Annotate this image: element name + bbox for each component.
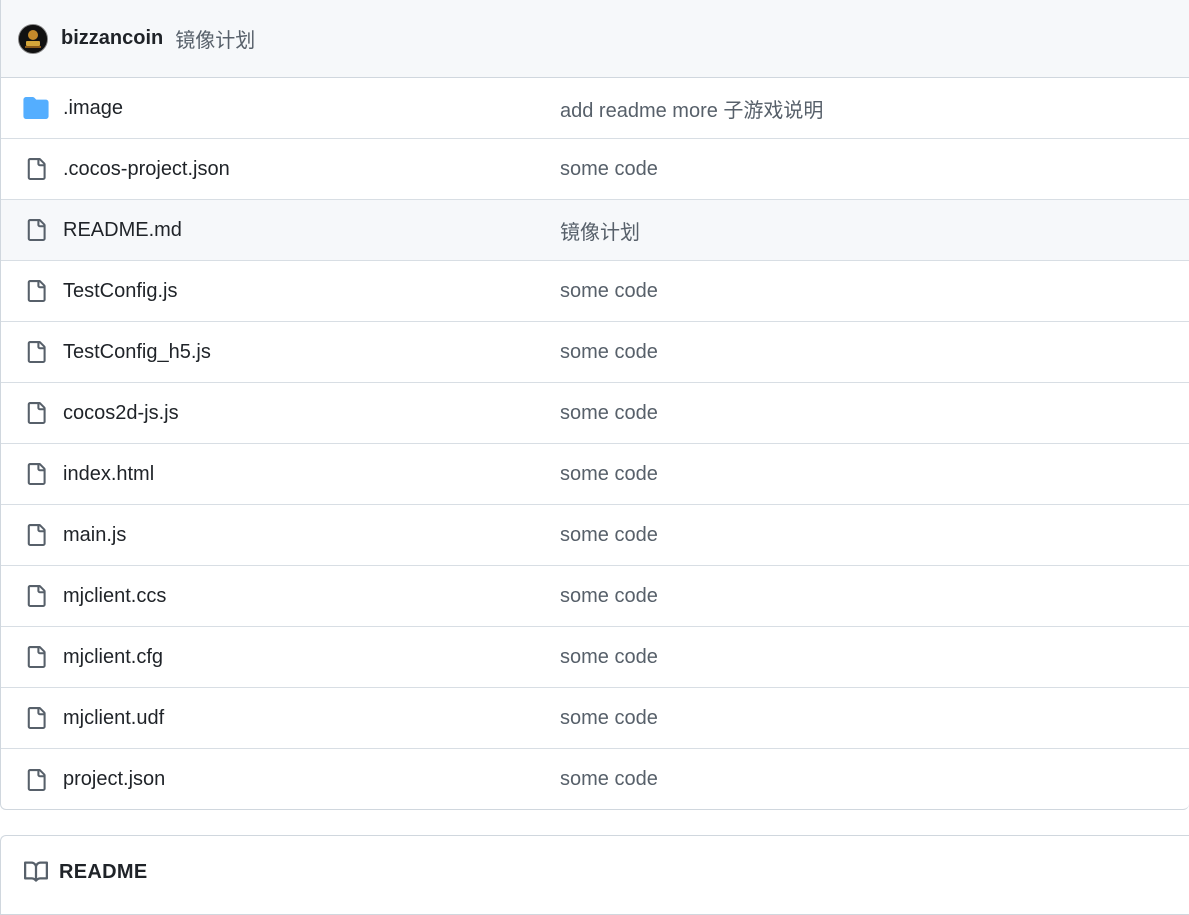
latest-commit-header: bizzancoin 镜像计划 [1,0,1189,78]
file-row[interactable]: mjclient.udf some code [1,688,1189,749]
file-commit-message-link[interactable]: some code [560,524,658,547]
file-row[interactable]: mjclient.cfg some code [1,627,1189,688]
file-row[interactable]: project.json some code [1,749,1189,809]
file-icon [23,278,49,304]
readme-title[interactable]: README [59,861,147,884]
file-commit-message-link[interactable]: 镜像计划 [560,216,640,245]
file-icon [23,583,49,609]
file-icon [23,400,49,426]
file-name-link[interactable]: .cocos-project.json [63,158,230,181]
file-name-link[interactable]: index.html [63,463,154,486]
readme-header: README [1,836,1189,908]
file-commit-message-link[interactable]: some code [560,646,658,669]
file-name-link[interactable]: mjclient.ccs [63,585,166,608]
file-name-link[interactable]: mjclient.udf [63,707,164,730]
file-commit-message-link[interactable]: some code [560,585,658,608]
file-icon [23,339,49,365]
commit-message-link[interactable]: 镜像计划 [175,24,255,53]
file-row[interactable]: TestConfig.js some code [1,261,1189,322]
file-icon [23,461,49,487]
file-list: .image add readme more 子游戏说明 .cocos-projec… [1,78,1189,809]
file-icon [23,217,49,243]
file-row[interactable]: cocos2d-js.js some code [1,383,1189,444]
file-browser: bizzancoin 镜像计划 .image add readme more 子游… [0,0,1189,810]
file-row[interactable]: main.js some code [1,505,1189,566]
file-icon [23,767,49,793]
file-name-link[interactable]: project.json [63,768,165,791]
file-commit-message-link[interactable]: some code [560,463,658,486]
file-row[interactable]: mjclient.ccs some code [1,566,1189,627]
file-row[interactable]: .cocos-project.json some code [1,139,1189,200]
file-commit-message-link[interactable]: some code [560,402,658,425]
commit-author-link[interactable]: bizzancoin [61,27,163,50]
file-icon [23,705,49,731]
folder-icon [23,95,49,121]
file-name-link[interactable]: mjclient.cfg [63,646,163,669]
file-name-link[interactable]: .image [63,97,123,120]
file-icon [23,156,49,182]
file-row[interactable]: README.md 镜像计划 [1,200,1189,261]
file-name-link[interactable]: README.md [63,219,182,242]
file-commit-message-link[interactable]: some code [560,280,658,303]
file-row[interactable]: .image add readme more 子游戏说明 [1,78,1189,139]
file-row[interactable]: TestConfig_h5.js some code [1,322,1189,383]
file-commit-message-link[interactable]: add readme more 子游戏说明 [560,94,823,123]
avatar-image [19,24,47,53]
file-name-link[interactable]: cocos2d-js.js [63,402,179,425]
file-name-link[interactable]: TestConfig_h5.js [63,341,211,364]
file-icon [23,644,49,670]
file-commit-message-link[interactable]: some code [560,341,658,364]
file-icon [23,522,49,548]
file-name-link[interactable]: TestConfig.js [63,280,178,303]
avatar[interactable] [18,23,48,54]
readme-panel: README [0,835,1189,915]
file-commit-message-link[interactable]: some code [560,707,658,730]
file-row[interactable]: index.html some code [1,444,1189,505]
file-name-link[interactable]: main.js [63,524,126,547]
file-commit-message-link[interactable]: some code [560,158,658,181]
file-commit-message-link[interactable]: some code [560,768,658,791]
book-icon [23,859,49,885]
